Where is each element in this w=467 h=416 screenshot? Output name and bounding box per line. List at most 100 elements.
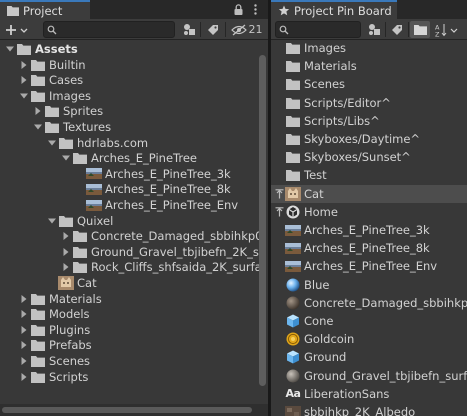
pin-board-item[interactable]: Cat [271, 184, 467, 203]
pin-board-item[interactable]: Ground [271, 348, 467, 366]
tree-item-label: Textures [63, 120, 112, 134]
pin-board-item[interactable]: Test [271, 166, 467, 184]
horizontal-scroll-thumb[interactable] [2, 407, 252, 413]
pin-board-item[interactable]: Scripts/Libs^ [271, 112, 467, 130]
pin-board-item[interactable]: Skyboxes/Sunset^ [271, 148, 467, 166]
pin-board-tab[interactable]: Project Pin Board [271, 0, 397, 19]
pin-board-item[interactable]: Scenes [271, 75, 467, 93]
pin-spacer [273, 112, 285, 130]
pin-board-item[interactable]: Arches_E_PineTree_3k [271, 221, 467, 239]
pin-board-item[interactable]: Arches_E_PineTree_Env [271, 257, 467, 275]
folder-icon [7, 6, 19, 16]
project-toolbar: 21 [0, 19, 268, 40]
pin-board-item-label: Test [304, 168, 327, 183]
pin-board-item[interactable]: Skyboxes/Daytime^ [271, 130, 467, 148]
folder-icon [285, 113, 301, 129]
project-window: Project 21 Assets Builtin Cases Images Sprit… [0, 0, 268, 416]
label-filter-icon[interactable] [204, 21, 222, 38]
pin-board-item-label: Skyboxes/Daytime^ [304, 132, 421, 146]
folders-toggle-button[interactable] [410, 21, 430, 38]
tree-item[interactable]: Scripts [0, 368, 268, 386]
pin-board-toolbar: A Z [271, 19, 467, 40]
toolbar-separator [225, 22, 226, 37]
collapsed-arrow-icon[interactable] [18, 368, 30, 386]
tree-item-label: Arches_E_PineTree_8k [105, 182, 231, 197]
pin-board-item[interactable]: Concrete_Damaged_sbbihkp [271, 294, 467, 312]
tree-item-label: Scenes [49, 354, 91, 368]
pin-board-item[interactable]: Goldcoin [271, 330, 467, 348]
pin-icon[interactable] [273, 203, 285, 221]
pin-spacer [273, 239, 285, 257]
folder-icon [285, 167, 301, 183]
folder-icon [30, 337, 46, 353]
tree-item-label: Models [49, 307, 90, 322]
pin-board-window: Project Pin Board A Z Images Materials Sce… [271, 0, 467, 416]
folder-icon [30, 291, 46, 307]
pin-board-item-label: Images [304, 41, 347, 55]
tree-item-label: Quixel [77, 213, 114, 228]
pin-spacer [273, 57, 285, 75]
hidden-packages-toggle[interactable]: 21 [228, 21, 265, 38]
project-tab[interactable]: Project [0, 0, 90, 19]
tree-item-label: Prefabs [49, 338, 92, 353]
pin-spacer [273, 75, 285, 93]
hdr-texture-icon [86, 166, 102, 182]
project-tab-bar: Project [0, 0, 268, 19]
project-search-input[interactable] [43, 21, 175, 38]
hdr-texture-icon [285, 222, 301, 238]
folder-icon [30, 88, 46, 104]
search-by-type-icon[interactable] [365, 21, 383, 38]
pin-board-item[interactable]: Images [271, 39, 467, 57]
create-button[interactable] [3, 21, 31, 38]
folder-icon [58, 135, 74, 151]
pin-spacer [273, 221, 285, 239]
pin-board-item[interactable]: Blue [271, 276, 467, 294]
star-icon [278, 5, 290, 16]
eye-slash-icon [230, 24, 247, 35]
folder-icon [285, 95, 301, 111]
pin-board-item[interactable]: Ground_Gravel_tbjibefn_surfa [271, 367, 467, 385]
pin-board-item[interactable]: sbbihkp_2K_Albedo [271, 403, 467, 416]
pin-spacer [273, 294, 285, 312]
lock-icon[interactable] [231, 2, 245, 17]
pin-board-item-label: Concrete_Damaged_sbbihkp [304, 295, 467, 310]
folder-icon [30, 353, 46, 369]
pin-spacer [273, 148, 285, 166]
pin-board-item[interactable]: Scripts/Editor^ [271, 94, 467, 112]
pin-board-item-label: Cone [304, 314, 334, 328]
pin-icon[interactable] [273, 185, 285, 203]
pin-board-item[interactable]: Materials [271, 57, 467, 75]
horizontal-scrollbar[interactable] [0, 404, 268, 416]
tree-item-label: Builtin [49, 57, 86, 72]
vertical-scrollbar[interactable] [259, 55, 266, 386]
folder-icon [30, 72, 46, 88]
pin-board-item[interactable]: Arches_E_PineTree_8k [271, 239, 467, 257]
prefab-cube-icon [285, 349, 301, 365]
hdr-texture-icon [86, 181, 102, 197]
pin-board-item[interactable]: Cone [271, 312, 467, 330]
pin-board-item[interactable]: Aa LiberationSans [271, 385, 467, 403]
search-by-type-icon[interactable] [180, 21, 198, 38]
pin-spacer [273, 94, 285, 112]
folder-icon [285, 76, 301, 92]
folder-icon [30, 57, 46, 73]
pin-board-item-label: Scenes [304, 77, 346, 92]
search-icon [47, 25, 57, 35]
prefab-cube-icon [285, 313, 301, 329]
tree-item-label: Plugins [49, 322, 91, 337]
tree-item-label: Arches_E_PineTree_3k [105, 166, 231, 181]
label-filter-icon[interactable] [388, 21, 406, 38]
tree-item-label: Cases [49, 73, 84, 88]
folder-icon [72, 259, 88, 275]
sort-button[interactable]: A Z [433, 21, 461, 38]
more-options-icon[interactable] [248, 2, 262, 17]
folder-icon [30, 322, 46, 338]
tree-item-label: Arches_E_PineTree [91, 151, 197, 166]
folder-icon [285, 58, 301, 74]
toolbar-separator [408, 22, 409, 37]
pin-board-item[interactable]: Home [271, 203, 467, 221]
pin-spacer [273, 130, 285, 148]
pin-board-search-input[interactable] [275, 21, 361, 38]
tree-item-label: Materials [49, 291, 102, 306]
folder-icon [72, 244, 88, 260]
